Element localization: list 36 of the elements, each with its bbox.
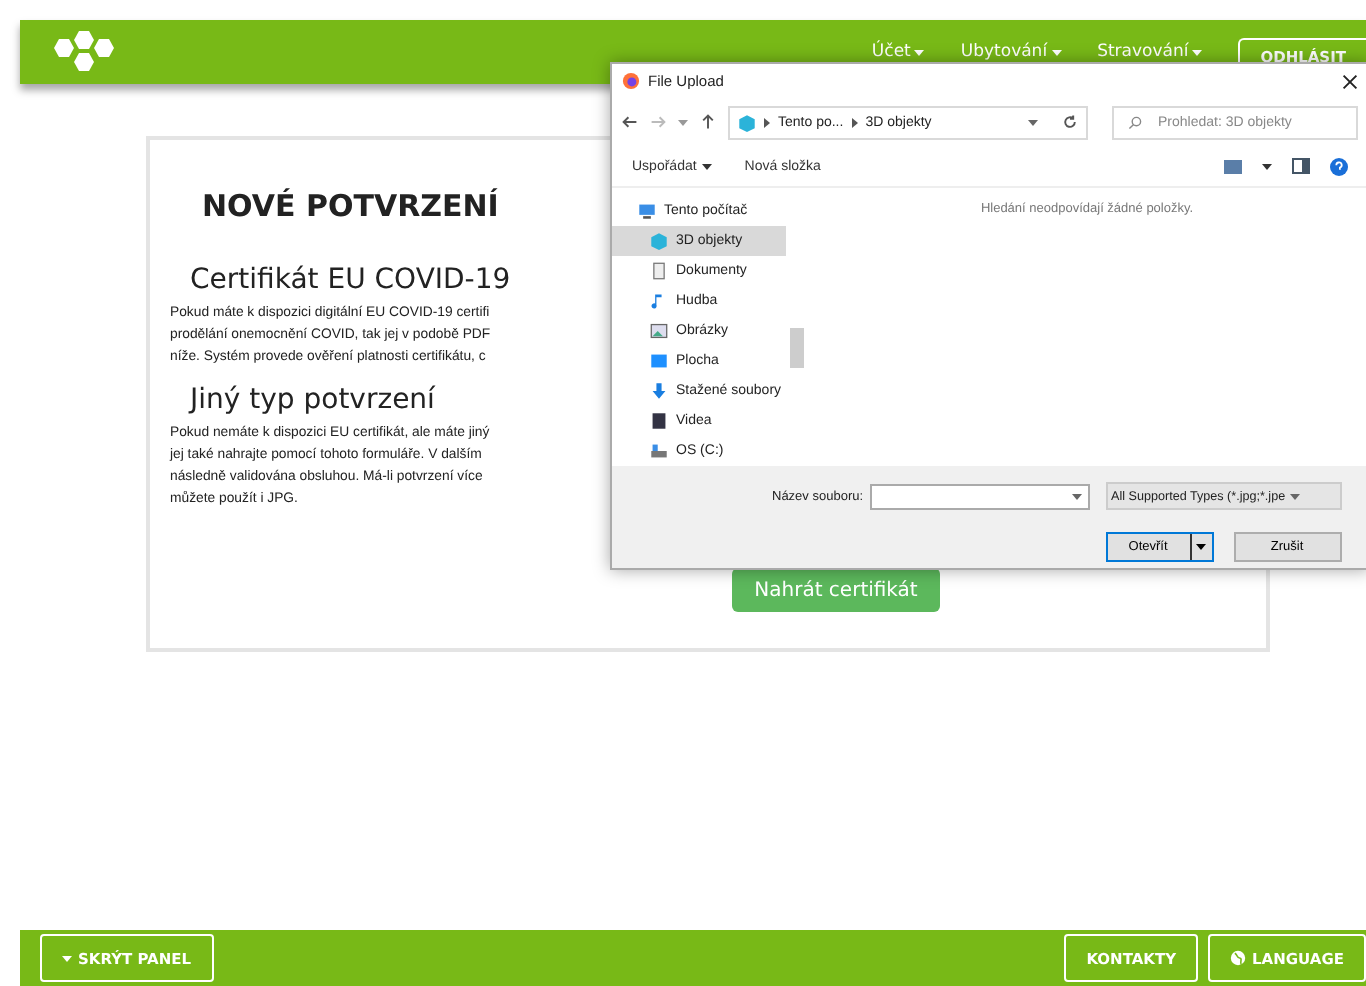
desktop-icon [650,352,668,370]
caret-icon [678,119,688,125]
picture-icon [650,322,668,340]
caret-icon [1289,493,1300,500]
music-note-icon [650,292,668,310]
hexagons-logo [48,30,120,74]
download-arrow-icon [650,382,668,400]
caret-icon [1196,543,1207,550]
drive-icon [650,442,668,460]
caret-icon [914,49,925,55]
globe-icon [1230,950,1247,966]
document-icon [650,262,668,280]
view-icon[interactable] [1224,159,1242,173]
preview-pane-icon[interactable] [1292,158,1310,174]
cube-icon [738,113,756,131]
caret-icon [62,955,72,961]
filename-field[interactable] [869,483,1090,510]
up-arrow-icon[interactable] [700,114,716,130]
back-arrow-icon[interactable] [622,114,638,130]
section-heading: Jiný typ potvrzení [190,384,435,416]
page-title: NOVÉ POTVRZENÍ [202,188,499,224]
caret-icon [1262,163,1272,169]
section-heading: Certifikát EU COVID-19 [190,264,511,296]
cube-icon [650,232,668,250]
chevron-icon [764,117,770,127]
browser-logo [622,72,640,90]
caret-icon [702,163,713,169]
caret-icon [1028,119,1038,125]
close-icon[interactable] [1342,73,1358,89]
computer-icon [638,202,656,220]
help-icon[interactable] [1330,157,1348,175]
refresh-icon[interactable] [1062,114,1078,130]
caret-icon [1051,49,1062,55]
caret-icon [1071,493,1082,500]
caret-icon [1192,49,1203,55]
chevron-icon [851,117,858,127]
